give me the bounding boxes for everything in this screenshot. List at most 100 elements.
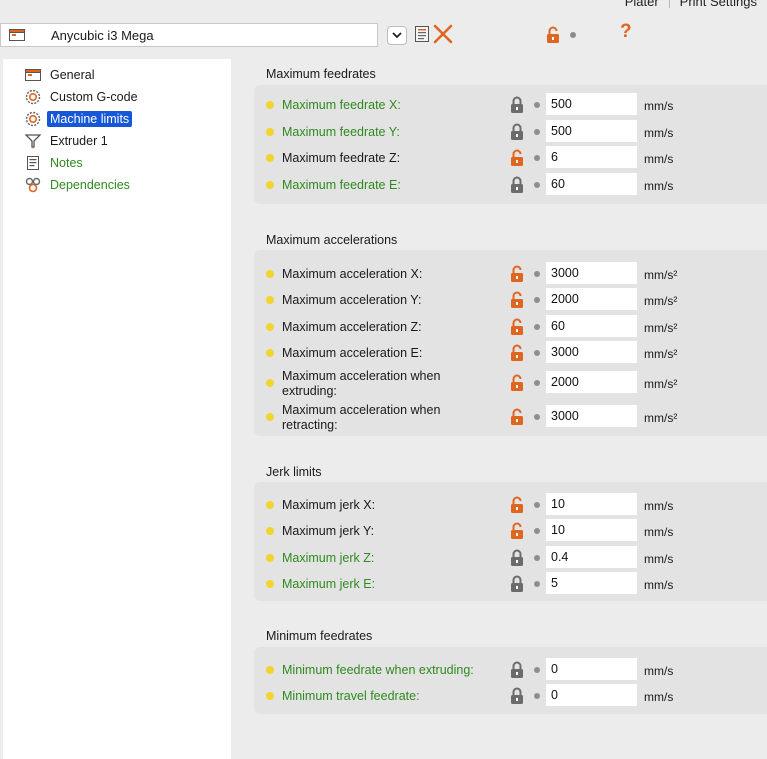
save-icon[interactable] [414,25,430,43]
status-bullet-icon [266,349,274,357]
setting-value-input[interactable] [546,173,637,195]
setting-row: Maximum feedrate Y: mm/s [254,120,767,144]
delete-icon[interactable] [432,23,454,45]
reset-dot-icon[interactable] [534,155,540,161]
setting-row: Minimum feedrate when extruding: mm/s [254,658,767,682]
gcode-icon [25,89,41,104]
reset-dot-icon[interactable] [534,581,540,587]
lock-icon[interactable] [510,661,524,678]
setting-row: Minimum travel feedrate: mm/s [254,684,767,708]
sidebar-item-label: Extruder 1 [50,133,108,148]
dependencies-icon [25,177,41,192]
setting-unit: mm/s [644,126,674,140]
setting-value-input[interactable] [546,572,637,594]
status-bullet-icon [266,181,274,189]
status-dot-icon [570,32,576,38]
setting-value-input[interactable] [546,519,637,541]
setting-value-input[interactable] [546,371,637,393]
help-icon[interactable]: ? [620,21,632,43]
lock-icon[interactable] [510,575,524,592]
lock-icon[interactable] [510,549,524,566]
reset-dot-icon[interactable] [534,350,540,356]
preset-select[interactable]: Anycubic i3 Mega [0,23,378,47]
unlock-icon[interactable] [510,522,524,539]
top-bar: Plater Print Settings [0,0,767,14]
lock-icon[interactable] [510,176,524,193]
setting-label: Maximum acceleration when retracting: [282,403,441,432]
sidebar-item-label: General [50,67,95,82]
setting-value-input[interactable] [546,493,637,515]
setting-unit: mm/s [644,99,674,113]
preset-dropdown-button[interactable] [387,26,407,45]
reset-dot-icon[interactable] [534,129,540,135]
lock-icon[interactable] [510,96,524,113]
setting-value-input[interactable] [546,93,637,115]
sidebar-item-notes[interactable]: Notes [25,153,86,172]
reset-dot-icon[interactable] [534,414,540,420]
reset-dot-icon[interactable] [534,380,540,386]
setting-value-input[interactable] [546,546,637,568]
unlock-icon[interactable] [510,344,524,361]
tab-strip: Plater Print Settings [615,0,767,11]
reset-dot-icon[interactable] [534,182,540,188]
setting-unit: mm/s² [644,268,678,282]
setting-row: Maximum jerk Z: mm/s [254,546,767,570]
setting-label: Maximum feedrate Y: [282,125,400,139]
setting-label: Maximum acceleration E: [282,346,423,360]
chevron-down-icon [392,32,402,39]
reset-dot-icon[interactable] [534,667,540,673]
unlock-icon[interactable] [510,318,524,335]
setting-unit: mm/s² [644,321,678,335]
notes-icon [27,155,39,170]
setting-value-input[interactable] [546,684,637,706]
sidebar-item-machine-limits[interactable]: Machine limits [25,109,133,128]
section-title-jerk-limits: Jerk limits [266,465,322,479]
gear-icon [25,111,41,126]
tab-plater[interactable]: Plater [615,0,669,9]
reset-dot-icon[interactable] [534,271,540,277]
sidebar-item-extruder-1[interactable]: Extruder 1 [25,131,111,150]
reset-dot-icon[interactable] [534,693,540,699]
status-bullet-icon [266,296,274,304]
sidebar-item-custom-gcode[interactable]: Custom G-code [25,87,141,106]
setting-value-input[interactable] [546,341,637,363]
sidebar-item-general[interactable]: General [25,65,97,84]
unlock-icon[interactable] [546,26,560,43]
setting-label: Maximum feedrate Z: [282,151,401,165]
reset-dot-icon[interactable] [534,297,540,303]
sidebar-item-dependencies[interactable]: Dependencies [25,175,133,194]
unlock-icon[interactable] [510,265,524,282]
setting-unit: mm/s [644,179,674,193]
setting-label: Maximum acceleration when extruding: [282,369,441,398]
extruder-icon [25,133,41,149]
setting-value-input[interactable] [546,120,637,142]
setting-value-input[interactable] [546,315,637,337]
unlock-icon[interactable] [510,408,524,425]
reset-dot-icon[interactable] [534,555,540,561]
lock-icon[interactable] [510,687,524,704]
sidebar-item-label: Custom G-code [50,89,138,104]
setting-value-input[interactable] [546,288,637,310]
setting-value-input[interactable] [546,146,637,168]
setting-label: Minimum travel feedrate: [282,689,420,703]
reset-dot-icon[interactable] [534,102,540,108]
unlock-icon[interactable] [510,374,524,391]
setting-label: Maximum jerk Y: [282,524,375,538]
unlock-icon[interactable] [510,291,524,308]
reset-dot-icon[interactable] [534,528,540,534]
setting-label: Maximum jerk E: [282,577,376,591]
setting-label: Maximum jerk X: [282,498,376,512]
lock-icon[interactable] [510,123,524,140]
reset-dot-icon[interactable] [534,324,540,330]
unlock-icon[interactable] [510,149,524,166]
setting-value-input[interactable] [546,405,637,427]
setting-value-input[interactable] [546,262,637,284]
status-bullet-icon [266,554,274,562]
setting-label: Maximum feedrate X: [282,98,401,112]
section-title-maximum-feedrates: Maximum feedrates [266,67,376,81]
setting-value-input[interactable] [546,658,637,680]
reset-dot-icon[interactable] [534,502,540,508]
tab-print-settings[interactable]: Print Settings [670,0,767,9]
status-bullet-icon [266,128,274,136]
unlock-icon[interactable] [510,496,524,513]
